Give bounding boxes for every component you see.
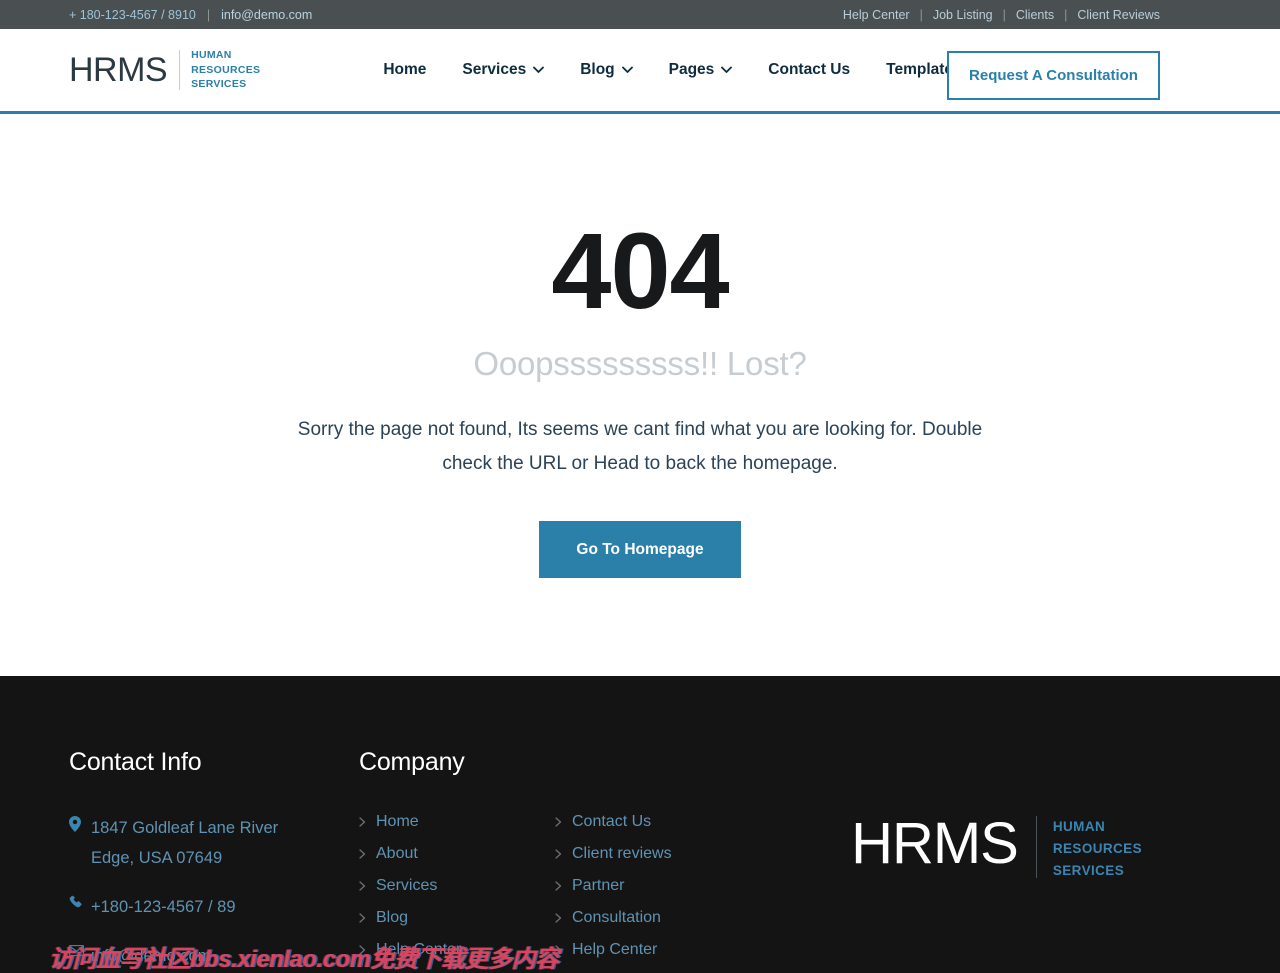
footer-link-label: Help Center [376,941,462,958]
footer-logo-wordmark: HRMS [851,811,1019,876]
footer-links-wrapper: Home About Services Blog Help Center Con… [359,813,829,973]
topbar-separator: | [919,7,923,22]
nav-item-pages[interactable]: Pages [651,61,751,79]
nav-label: Pages [668,61,715,78]
footer-link-blog[interactable]: Blog [359,909,555,927]
footer-link-partner[interactable]: Partner [555,877,751,895]
topbar-links-group: Help Center | Job Listing | Clients | Cl… [843,8,1160,22]
logo-tagline-line-2: RESOURCES [191,63,261,76]
footer-link-label: Home [376,813,419,830]
chevron-right-icon [359,881,366,891]
footer-link-about[interactable]: About [359,845,555,863]
footer-address-text[interactable]: 1847 Goldleaf Lane River Edge, USA 07649 [91,813,291,873]
footer-link-label: Contact Us [572,813,652,830]
footer-link-consultation[interactable]: Consultation [555,909,751,927]
footer-logo-tagline: HUMAN RESOURCES SERVICES [1053,816,1142,882]
footer-links-column-one: Home About Services Blog Help Center [359,813,555,973]
error-subtitle: Ooopsssssssss!! Lost? [473,345,807,382]
map-pin-icon [69,813,91,836]
footer-link-label: Services [376,877,438,894]
request-consultation-button[interactable]: Request A Consultation [947,51,1160,100]
footer-link-label: Partner [572,877,625,894]
footer-link-label: Help Center [572,941,658,958]
nav-label: Home [383,61,427,78]
footer-link-label: Blog [376,909,409,926]
footer-link-help-center-two[interactable]: Help Center [555,941,751,959]
logo-divider [179,50,181,90]
footer-address-row: 1847 Goldleaf Lane River Edge, USA 07649 [69,813,359,873]
logo-tagline-line-3: SERVICES [191,78,247,91]
top-utility-bar: + 180-123-4567 / 8910 | info@demo.com He… [0,0,1280,29]
footer-link-client-reviews[interactable]: Client reviews [555,845,751,863]
logo-tagline-line-1: HUMAN [191,48,232,61]
chevron-down-icon [621,66,633,74]
footer-company-column: Company Home About Services Blog Help Ce… [359,748,829,973]
logo-tagline: HUMAN RESOURCES SERVICES [191,48,260,93]
topbar-email-link[interactable]: info@demo.com [221,8,312,22]
envelope-icon [68,941,91,960]
footer-logo-tagline-line-1: HUMAN [1052,819,1106,834]
footer-link-home[interactable]: Home [359,813,555,831]
topbar-link-client-reviews[interactable]: Client Reviews [1077,8,1160,22]
primary-navigation: Home Services Blog Pages Contact Us Temp… [365,61,1031,79]
chevron-right-icon [359,945,366,955]
chevron-right-icon [359,849,366,859]
topbar-separator: | [1002,7,1006,22]
error-description: Sorry the page not found, Its seems we c… [297,419,983,474]
footer-logo-tagline-line-3: SERVICES [1052,863,1125,878]
nav-label: Contact Us [768,61,851,78]
footer-logo-divider [1035,816,1037,878]
footer-logo-column: HRMS HUMAN RESOURCES SERVICES [829,748,1160,973]
chevron-right-icon [359,817,366,827]
footer-link-label: About [376,845,418,862]
footer-email-text[interactable]: info@demo.com [91,941,211,971]
chevron-right-icon [555,817,562,827]
footer-contact-title: Contact Info [69,748,202,776]
footer-link-services[interactable]: Services [359,877,555,895]
topbar-link-help-center[interactable]: Help Center [843,8,910,22]
nav-item-contact-us[interactable]: Contact Us [750,61,868,79]
error-page-content: 404 Ooopsssssssss!! Lost? Sorry the page… [0,114,1280,676]
chevron-right-icon [555,945,562,955]
nav-item-services[interactable]: Services [444,61,562,79]
phone-icon [69,892,91,913]
chevron-down-icon [721,66,733,74]
nav-label: Services [462,61,527,78]
topbar-separator: | [206,7,211,22]
footer-link-contact-us[interactable]: Contact Us [555,813,751,831]
go-to-homepage-button[interactable]: Go To Homepage [539,521,741,578]
footer-contact-column: Contact Info 1847 Goldleaf Lane River Ed… [68,748,359,973]
footer-link-help-center-one[interactable]: Help Center [359,941,555,959]
chevron-down-icon [533,66,545,74]
footer-phone-row: +180-123-4567 / 89 [69,892,359,922]
footer-logo-tagline-line-2: RESOURCES [1052,841,1142,856]
footer-link-label: Consultation [572,909,661,926]
topbar-separator: | [1064,7,1068,22]
footer-links-column-two: Contact Us Client reviews Partner Consul… [555,813,751,973]
logo-wordmark: HRMS [69,51,168,89]
footer-link-label: Client reviews [572,845,672,862]
nav-label: Blog [580,61,615,78]
site-footer: Contact Info 1847 Goldleaf Lane River Ed… [0,676,1280,973]
chevron-right-icon [555,881,562,891]
chevron-right-icon [359,913,366,923]
nav-item-home[interactable]: Home [365,61,444,79]
footer-company-title: Company [359,748,465,776]
error-code: 404 [551,210,729,331]
topbar-link-job-listing[interactable]: Job Listing [933,8,993,22]
topbar-contact-group: + 180-123-4567 / 8910 | info@demo.com [69,8,312,22]
topbar-link-clients[interactable]: Clients [1016,8,1054,22]
topbar-phone-link[interactable]: + 180-123-4567 / 8910 [69,8,196,22]
header-logo[interactable]: HRMS HUMAN RESOURCES SERVICES [69,48,260,93]
footer-email-row: info@demo.com [68,941,359,971]
chevron-right-icon [555,849,562,859]
chevron-right-icon [555,913,562,923]
site-header: HRMS HUMAN RESOURCES SERVICES Home Servi… [0,29,1280,114]
footer-phone-text[interactable]: +180-123-4567 / 89 [91,892,236,922]
nav-item-blog[interactable]: Blog [562,61,650,79]
